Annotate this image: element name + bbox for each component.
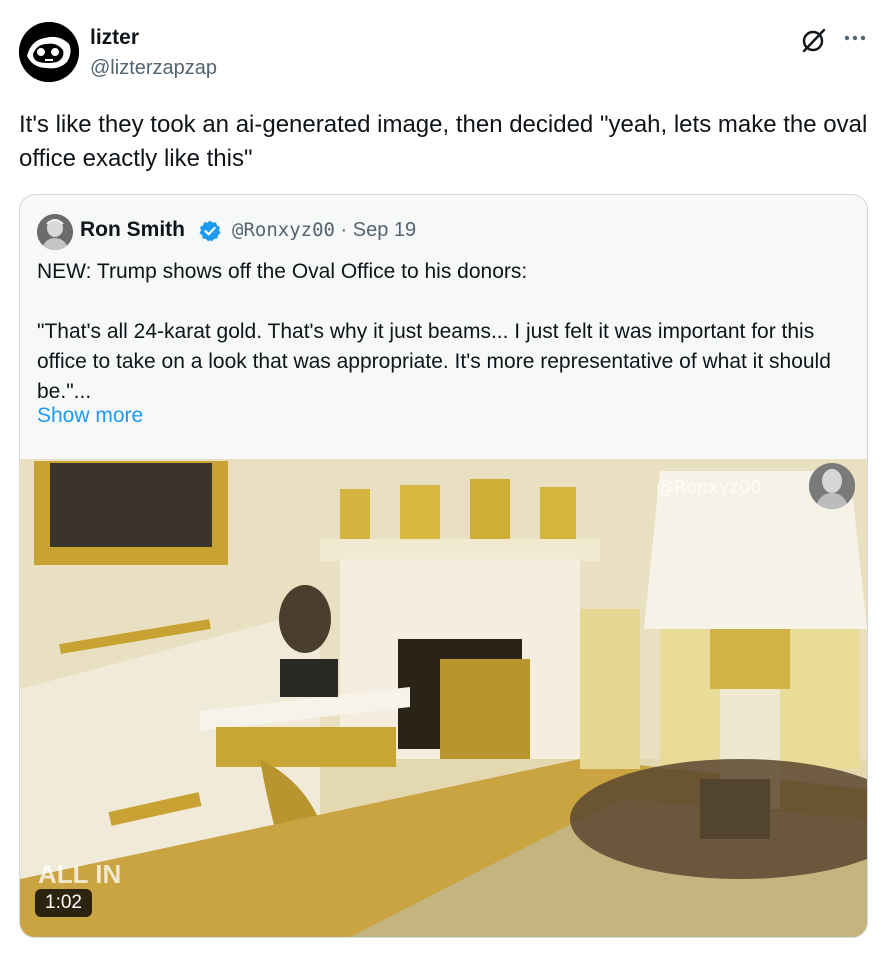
author-avatar[interactable]: [19, 22, 79, 82]
quoted-author-name[interactable]: Ron Smith: [80, 218, 185, 242]
quoted-meta: @Ronxyz00 · Sep 19: [232, 219, 416, 242]
verified-badge-icon: [198, 219, 222, 243]
quoted-post-text: NEW: Trump shows off the Oval Office to …: [37, 260, 831, 403]
author-handle[interactable]: @lizterzapzap: [90, 57, 217, 80]
grok-icon[interactable]: [800, 26, 828, 54]
video-watermark: @Ronxyz00: [656, 477, 762, 498]
post-text: It's like they took an ai-generated imag…: [19, 111, 868, 172]
more-icon[interactable]: [838, 26, 872, 50]
quoted-author-handle[interactable]: @Ronxyz00: [232, 219, 335, 241]
video-player[interactable]: @Ronxyz00 ALL IN 1:02: [20, 459, 867, 937]
quoted-author-avatar[interactable]: [37, 214, 73, 250]
watermark-avatar: [809, 463, 855, 509]
quoted-date[interactable]: Sep 19: [353, 219, 416, 241]
channel-logo: ALL IN: [38, 859, 122, 889]
video-frame: [20, 459, 867, 937]
show-more-link[interactable]: Show more: [37, 404, 143, 428]
video-duration-badge: 1:02: [35, 889, 92, 917]
quoted-post-card[interactable]: Ron Smith @Ronxyz00 · Sep 19 NEW: Trump …: [19, 194, 868, 938]
meta-separator: ·: [334, 219, 353, 241]
author-name[interactable]: lizter: [90, 26, 139, 50]
